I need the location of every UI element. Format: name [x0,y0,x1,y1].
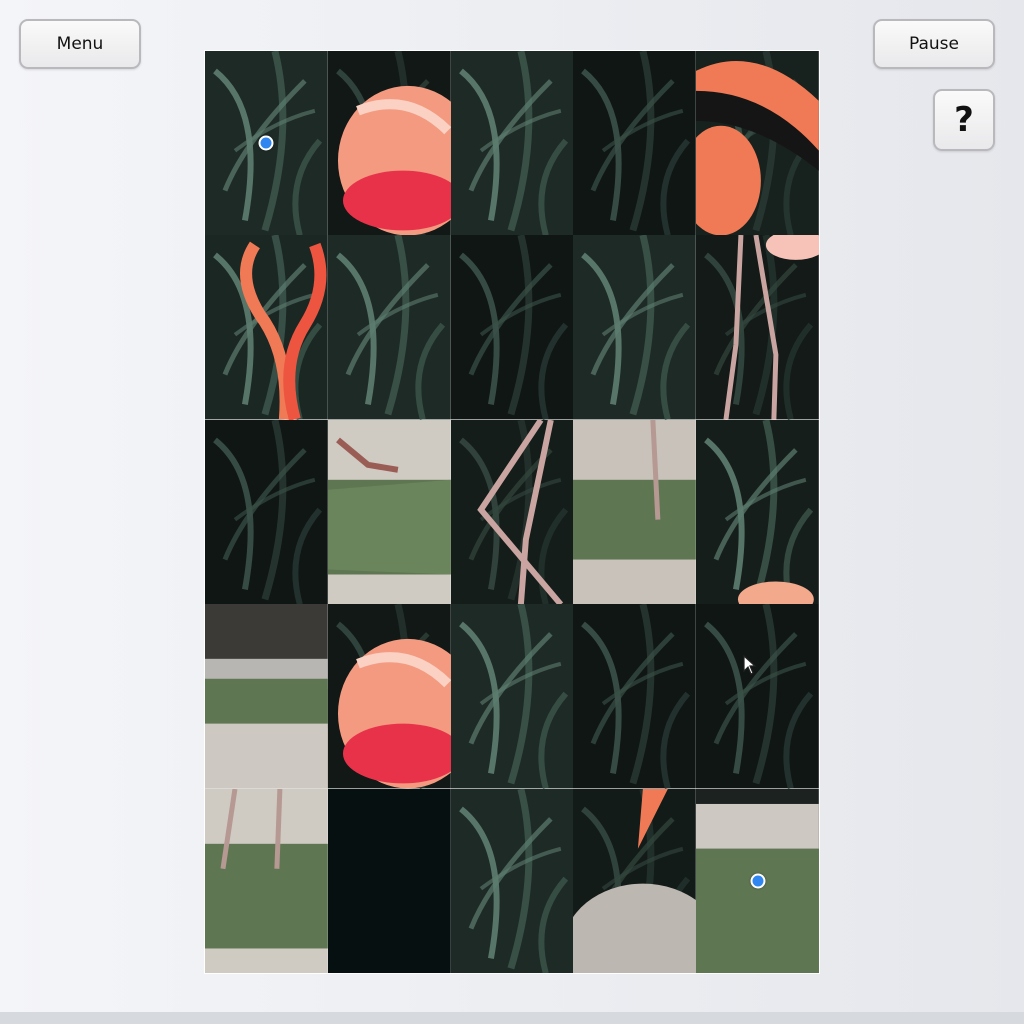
mouse-cursor-icon [743,655,757,675]
puzzle-tile[interactable] [450,788,574,973]
bottom-bar [0,1012,1024,1024]
menu-button[interactable]: Menu [19,19,141,69]
puzzle-tile[interactable] [450,51,574,236]
puzzle-tile[interactable] [450,235,574,420]
puzzle-tile[interactable] [327,419,451,605]
tile-marker-dot [750,873,766,889]
puzzle-tile[interactable] [205,604,328,789]
puzzle-tile[interactable] [327,788,451,973]
puzzle-tile[interactable] [573,419,697,605]
puzzle-tile[interactable] [696,235,819,420]
puzzle-tile[interactable] [327,604,451,789]
puzzle-tile[interactable] [573,51,697,236]
puzzle-tile[interactable] [696,788,819,973]
puzzle-tile[interactable] [205,788,328,973]
tile-marker-dot [258,135,274,151]
puzzle-tile[interactable] [696,604,819,789]
puzzle-board [204,50,820,974]
puzzle-tile[interactable] [327,51,451,236]
pause-button[interactable]: Pause [873,19,995,69]
puzzle-tile[interactable] [450,604,574,789]
puzzle-tile[interactable] [327,235,451,420]
puzzle-tile[interactable] [450,419,574,605]
puzzle-tile[interactable] [205,51,328,236]
puzzle-tile[interactable] [573,604,697,789]
puzzle-tile[interactable] [573,788,697,973]
help-button[interactable]: ? [933,89,995,151]
puzzle-tile[interactable] [696,419,819,605]
puzzle-tile[interactable] [205,235,328,420]
puzzle-tile[interactable] [696,51,819,236]
puzzle-tile[interactable] [205,419,328,605]
puzzle-tile[interactable] [573,235,697,420]
